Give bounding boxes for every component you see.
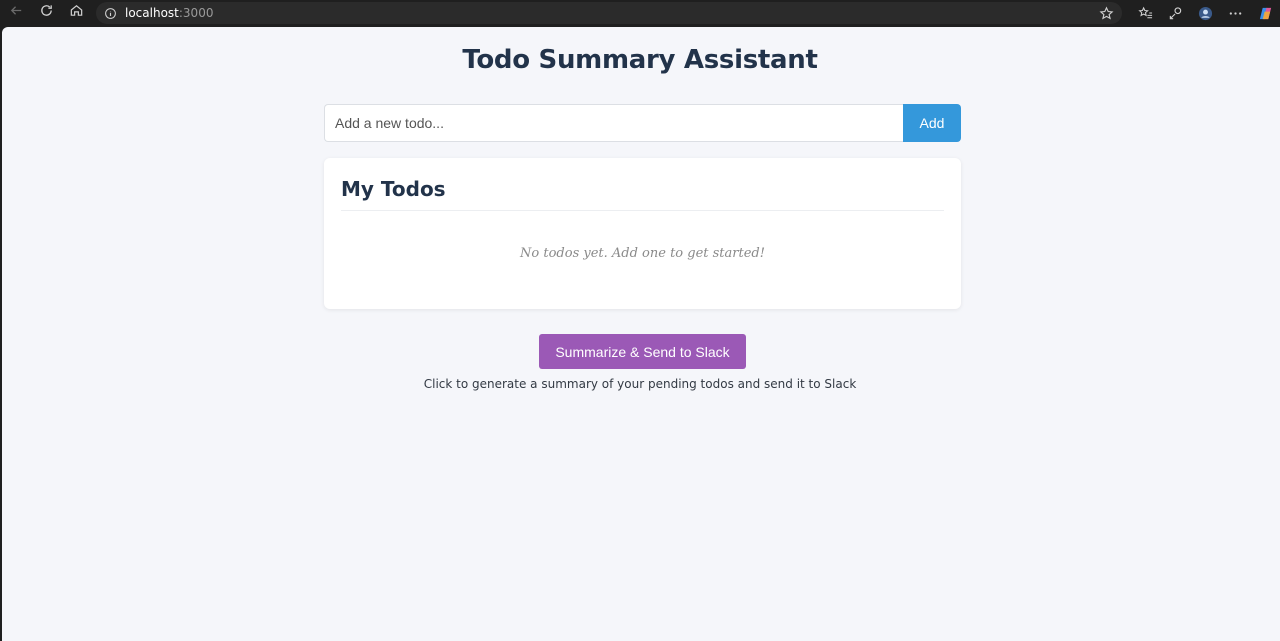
collections-icon bbox=[1168, 6, 1183, 21]
summarize-hint-text: Click to generate a summary of your pend… bbox=[423, 377, 857, 391]
todo-list-card: My Todos No todos yet. Add one to get st… bbox=[324, 158, 961, 309]
todo-input[interactable] bbox=[324, 104, 903, 142]
more-icon bbox=[1228, 6, 1243, 21]
copilot-icon bbox=[1258, 6, 1273, 21]
address-bar[interactable]: localhost:3000 bbox=[96, 2, 1122, 24]
url-port: :3000 bbox=[178, 6, 214, 20]
url-text[interactable]: localhost:3000 bbox=[125, 6, 213, 20]
page-title: Todo Summary Assistant bbox=[462, 45, 818, 75]
site-info-icon[interactable] bbox=[104, 7, 117, 20]
refresh-button[interactable] bbox=[32, 2, 60, 24]
home-icon bbox=[69, 3, 84, 23]
toolbar-icons bbox=[1130, 2, 1280, 24]
profile-icon bbox=[1198, 6, 1213, 21]
collections-button[interactable] bbox=[1160, 2, 1190, 24]
card-title: My Todos bbox=[341, 177, 446, 201]
card-divider bbox=[341, 210, 944, 211]
favorite-star-icon[interactable] bbox=[1099, 6, 1114, 21]
home-button[interactable] bbox=[62, 2, 90, 24]
summarize-send-slack-button[interactable]: Summarize & Send to Slack bbox=[539, 334, 746, 369]
back-button[interactable] bbox=[2, 2, 30, 24]
browser-toolbar: localhost:3000 bbox=[0, 0, 1280, 26]
copilot-button[interactable] bbox=[1250, 2, 1280, 24]
empty-todos-message: No todos yet. Add one to get started! bbox=[520, 246, 765, 261]
add-todo-form: Add bbox=[324, 104, 961, 142]
profile-button[interactable] bbox=[1190, 2, 1220, 24]
page-viewport: Todo Summary Assistant Add My Todos No t… bbox=[2, 27, 1280, 641]
back-icon bbox=[9, 3, 24, 23]
favorites-icon bbox=[1137, 6, 1153, 21]
url-host: localhost bbox=[125, 6, 179, 20]
more-button[interactable] bbox=[1220, 2, 1250, 24]
add-button[interactable]: Add bbox=[903, 104, 961, 142]
refresh-icon bbox=[39, 3, 54, 23]
favorites-button[interactable] bbox=[1130, 2, 1160, 24]
